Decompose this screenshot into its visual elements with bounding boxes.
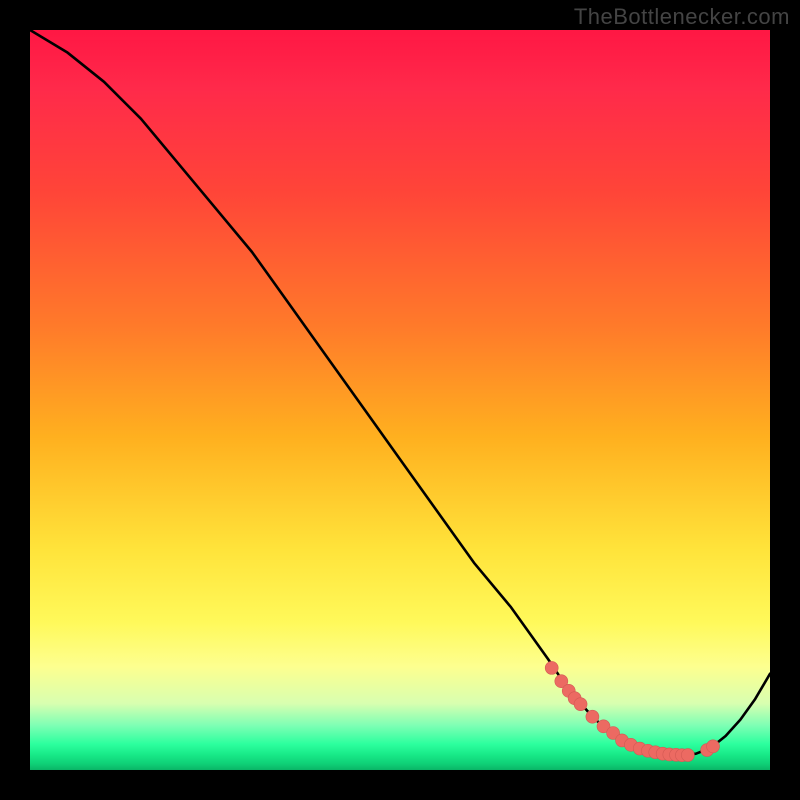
highlight-markers — [545, 661, 719, 761]
marker-point — [545, 661, 558, 674]
plot-area — [30, 30, 770, 770]
bottleneck-curve — [30, 30, 770, 755]
watermark-text: TheBottlenecker.com — [574, 4, 790, 30]
marker-point — [574, 698, 587, 711]
plot-inner — [30, 30, 770, 770]
marker-point — [586, 710, 599, 723]
chart-frame: TheBottlenecker.com — [0, 0, 800, 800]
marker-point — [681, 749, 694, 762]
marker-point — [707, 740, 720, 753]
curve-svg — [30, 30, 770, 770]
